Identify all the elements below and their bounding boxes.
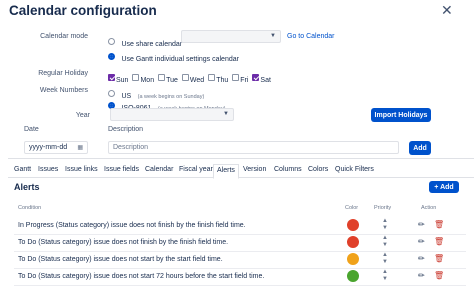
date-placeholder: yyyy-mm-dd [29,144,68,151]
color-swatch[interactable] [347,236,359,248]
arrow-up-icon[interactable]: ▲ [382,269,388,275]
radio-share-label: Use share calendar [121,41,183,48]
share-calendar-select[interactable]: ▼ [181,30,281,43]
day-label: Sat [260,77,271,84]
tab-issue-fields[interactable]: Issue fields [104,166,139,173]
header-color: Color [345,205,359,211]
tab-version[interactable]: Version [243,166,266,173]
import-holidays-button[interactable]: Import Holidays [371,108,431,122]
radio-gantt-label: Use Gantt individual settings calendar [121,56,239,63]
tab-calendar[interactable]: Calendar [145,166,173,173]
add-alert-button[interactable]: + Add [429,181,459,193]
header-condition: Condition [18,205,42,211]
calendar-mode-label: Calendar mode [40,33,88,40]
table-row: To Do (Status category) issue does not f… [14,234,466,252]
checkbox-wed[interactable] [181,74,189,82]
tab-gantt[interactable]: Gantt [14,166,31,173]
arrow-down-icon[interactable]: ▼ [382,259,388,265]
divider [8,158,474,159]
checkbox-thu[interactable] [208,74,216,82]
regular-holiday-label: Regular Holiday [38,70,88,77]
priority-arrows[interactable]: ▲ ▼ [381,218,389,232]
table-row: In Progress (Status category) issue does… [14,217,466,235]
calendar-icon[interactable]: ▦ [77,144,83,151]
tab-issue-links[interactable]: Issue links [65,166,98,173]
pencil-icon[interactable]: ✏ [418,220,425,229]
radio-gantt-calendar[interactable]: Use Gantt individual settings calendar [108,48,239,66]
condition-text: To Do (Status category) issue does not s… [18,273,265,280]
arrow-up-icon[interactable]: ▲ [382,235,388,241]
day-label: Wed [189,77,205,84]
week-numbers-label: Week Numbers [39,87,88,94]
radio-gantt-indicator[interactable] [108,53,115,61]
go-to-calendar-link[interactable]: Go to Calendar [287,33,334,40]
tab-colors[interactable]: Colors [308,166,328,173]
checkbox-tue[interactable] [158,74,166,82]
chevron-down-icon: ▼ [223,111,229,117]
table-row: To Do (Status category) issue does not s… [14,251,466,269]
priority-arrows[interactable]: ▲ ▼ [381,252,389,266]
condition-text: To Do (Status category) issue does not f… [18,239,229,246]
dialog-title: Calendar configuration [9,3,157,18]
header-action: Action [421,205,437,211]
day-label: Thu [216,77,229,84]
trash-icon[interactable]: 🗑 [434,220,444,229]
header-priority: Priority [374,205,392,211]
table-row: To Do (Status category) issue does not s… [14,268,466,286]
trash-icon[interactable]: 🗑 [434,237,444,246]
day-label: Tue [166,77,178,84]
alerts-title: Alerts [14,182,40,192]
pencil-icon[interactable]: ✏ [418,254,425,263]
description-placeholder: Description [113,144,149,151]
color-swatch[interactable] [347,270,359,282]
date-label: Date [24,126,39,133]
radio-share-indicator[interactable] [108,38,115,46]
arrow-down-icon[interactable]: ▼ [382,276,388,282]
add-holiday-button[interactable]: Add [409,141,431,155]
color-swatch[interactable] [347,219,359,231]
trash-icon[interactable]: 🗑 [434,254,444,263]
condition-text: To Do (Status category) issue does not s… [18,256,223,263]
arrow-up-icon[interactable]: ▲ [382,252,388,258]
tab-bar: Gantt Issues Issue links Issue fields Ca… [8,164,474,179]
description-label: Description [108,126,144,133]
checkbox-mon[interactable] [132,74,140,82]
priority-arrows[interactable]: ▲ ▼ [381,269,389,283]
description-input[interactable]: Description [108,141,399,154]
color-swatch[interactable] [347,253,359,265]
checkbox-sat[interactable] [252,74,260,82]
day-sat[interactable]: Sat [252,69,271,87]
day-thu[interactable]: Thu [208,69,228,87]
day-fri[interactable]: Fri [232,69,248,87]
year-select[interactable]: ▼ [110,108,234,121]
arrow-up-icon[interactable]: ▲ [382,218,388,224]
tab-fiscal-year[interactable]: Fiscal year [179,166,213,173]
day-label: Fri [240,77,249,84]
checkbox-sun[interactable] [108,74,115,82]
tab-issues[interactable]: Issues [38,166,58,173]
tab-quick-filters[interactable]: Quick Filters [335,166,374,173]
arrow-down-icon[interactable]: ▼ [382,225,388,231]
tab-alerts[interactable]: Alerts [213,164,239,179]
checkbox-fri[interactable] [232,74,240,82]
close-icon[interactable]: ✕ [441,2,453,19]
day-label: Mon [140,77,155,84]
trash-icon[interactable]: 🗑 [434,271,444,280]
date-input[interactable]: yyyy-mm-dd ▦ [24,141,88,154]
day-label: Sun [116,77,129,84]
year-label: Year [75,112,90,119]
pencil-icon[interactable]: ✏ [418,237,425,246]
pencil-icon[interactable]: ✏ [418,271,425,280]
tab-columns[interactable]: Columns [274,166,302,173]
chevron-down-icon: ▼ [270,33,276,39]
arrow-down-icon[interactable]: ▼ [382,242,388,248]
condition-text: In Progress (Status category) issue does… [18,222,246,229]
priority-arrows[interactable]: ▲ ▼ [381,235,389,249]
